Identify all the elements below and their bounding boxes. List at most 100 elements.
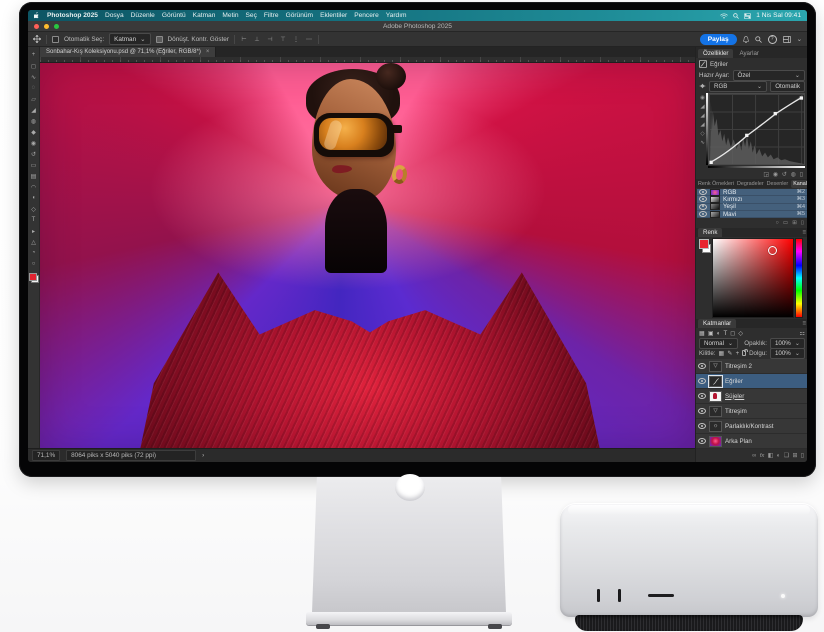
brush-tool[interactable]: ◆ [29,127,39,137]
load-selection-icon[interactable]: ○ [776,220,779,226]
eyedropper-tool[interactable]: ◢ [29,105,39,115]
eraser-tool[interactable]: ▭ [29,160,39,170]
lock-all-icon[interactable] [742,350,746,356]
pen-tool[interactable]: ◇ [29,204,39,214]
eyedropper-gray-icon[interactable]: ◢ [700,113,704,119]
menubar-item-pencere[interactable]: Pencere [354,12,379,19]
hue-slider[interactable] [795,238,803,318]
filter-toggle-icon[interactable]: ⚏ [799,330,805,337]
move-tool[interactable]: + [29,50,39,60]
delete-layer-icon[interactable]: ▯ [801,453,804,459]
channel-dropdown[interactable]: RGB⌄ [709,81,767,92]
document-tab[interactable]: Sonbahar-Kış Koleksiyonu.psd @ 71,1% (Eğ… [40,47,216,57]
zoom-level-field[interactable]: 71,1% [32,450,60,461]
link-layers-icon[interactable]: ∞ [752,453,756,459]
panel-menu-icon[interactable]: ≡ [802,229,806,236]
toggle-visibility-icon[interactable]: ◍ [791,172,796,178]
lock-position-icon[interactable]: + [736,350,740,357]
eye-icon[interactable] [698,438,706,444]
quick-select-tool[interactable]: ◌ [29,83,39,93]
clip-to-layer-icon[interactable]: ◲ [763,172,768,178]
layer-effects-icon[interactable]: fx [760,453,765,459]
filter-type-text-icon[interactable]: T [723,330,727,337]
menubar-item-duzenle[interactable]: Düzenle [131,12,155,19]
menubar-item-eklentiler[interactable]: Eklentiler [320,12,347,19]
lasso-tool[interactable]: ∿ [29,72,39,82]
align-left-icon[interactable]: ⊢ [240,35,248,43]
delete-adjustment-icon[interactable]: ▯ [800,172,803,178]
filter-shape-icon[interactable]: ◻ [730,330,735,337]
saturation-brightness-field[interactable] [712,238,794,318]
filter-type-icon[interactable]: ▦ [699,330,705,337]
menubar-item-sec[interactable]: Seç [246,12,257,19]
opacity-dropdown[interactable]: 100%⌄ [770,338,805,349]
control-center-icon[interactable] [744,13,751,19]
wifi-icon[interactable] [720,13,728,19]
filter-smart-icon[interactable]: ◇ [738,330,743,337]
menubar-item-metin[interactable]: Metin [222,12,238,19]
reset-adjustment-icon[interactable]: ↺ [782,172,787,178]
menubar-clock[interactable]: 1 Nis Sal 09:41 [756,12,801,19]
auto-select-checkbox[interactable] [52,36,59,43]
menubar-item-dosya[interactable]: Dosya [105,12,124,19]
more-options-icon[interactable]: ⋯ [305,35,313,43]
search-icon[interactable] [755,36,762,43]
new-layer-icon[interactable]: ⊞ [792,453,797,459]
layer-row-subjects[interactable]: Süjeler [696,389,807,404]
filter-adjustment-icon[interactable]: ◐ [717,330,721,337]
tab-layers[interactable]: Katmanlar [698,319,736,328]
move-tool-icon[interactable] [33,35,41,43]
fill-dropdown[interactable]: 100%⌄ [770,348,805,359]
lock-transparency-icon[interactable]: ▦ [719,350,725,357]
menubar-item-goruntu[interactable]: Görüntü [162,12,186,19]
shape-tool[interactable]: △ [29,237,39,247]
status-chevron-icon[interactable]: › [202,452,204,459]
foreground-background-swatches[interactable] [29,273,39,283]
tab-patterns[interactable]: Desenler [767,181,789,187]
layer-row-brightness[interactable]: ☼ Parlaklık/Kontrast [696,419,807,434]
menubar-item-filtre[interactable]: Filtre [264,12,279,19]
layer-row-background[interactable]: Arka Plan [696,434,807,449]
eye-icon[interactable] [699,211,707,217]
edit-points-icon[interactable]: ◉ [700,95,705,101]
history-brush-tool[interactable]: ↺ [29,149,39,159]
close-tab-icon[interactable]: × [206,49,210,55]
notifications-bell-icon[interactable] [743,36,749,43]
eye-icon[interactable] [698,423,706,429]
path-select-tool[interactable]: ▸ [29,226,39,236]
new-adjustment-icon[interactable]: ◐ [777,453,781,459]
align-top-icon[interactable]: ⊤ [279,35,287,43]
layer-row-vibrance[interactable]: ▽ Titreşim [696,404,807,419]
preset-dropdown[interactable]: Özel⌄ [733,70,806,81]
tab-channels[interactable]: Kanallar [791,180,807,188]
align-center-icon[interactable]: ⊥ [253,35,261,43]
smooth-curve-icon[interactable]: ∿ [700,140,705,146]
type-tool[interactable]: T [29,215,39,225]
targeted-adjust-icon[interactable] [699,83,706,89]
help-icon[interactable]: ? [768,35,777,44]
crop-tool[interactable]: ▱ [29,94,39,104]
color-picker-ring[interactable] [768,246,777,255]
canvas-photo[interactable] [40,63,695,448]
filter-pixel-icon[interactable]: ▣ [708,330,714,337]
menubar-item-photoshop[interactable]: Photoshop 2025 [47,12,98,19]
view-previous-state-icon[interactable]: ◉ [773,172,778,178]
curves-editor[interactable] [708,93,805,165]
eyedropper-white-icon[interactable]: ◢ [700,122,704,128]
tab-properties[interactable]: Özellikler [698,49,733,58]
menubar-item-gorunum[interactable]: Görünüm [286,12,314,19]
menubar-item-katman[interactable]: Katman [193,12,216,19]
clone-stamp-tool[interactable]: ◉ [29,138,39,148]
delete-channel-icon[interactable]: ▯ [801,220,804,226]
show-transform-checkbox[interactable] [156,36,163,43]
eyedropper-black-icon[interactable]: ◢ [700,104,704,110]
apple-logo-icon[interactable] [34,12,40,19]
align-right-icon[interactable]: ⊣ [266,35,274,43]
auto-button[interactable]: Otomatik [770,81,805,92]
panel-menu-icon[interactable]: ≡ [802,320,806,327]
save-selection-icon[interactable]: ▭ [783,220,788,226]
distribute-icon[interactable]: ⋮ [292,35,300,43]
new-group-icon[interactable]: ❏ [784,453,789,459]
foreground-swatch[interactable] [699,239,709,249]
layer-row-vibrance2[interactable]: ▽ Titreşim 2 [696,359,807,374]
